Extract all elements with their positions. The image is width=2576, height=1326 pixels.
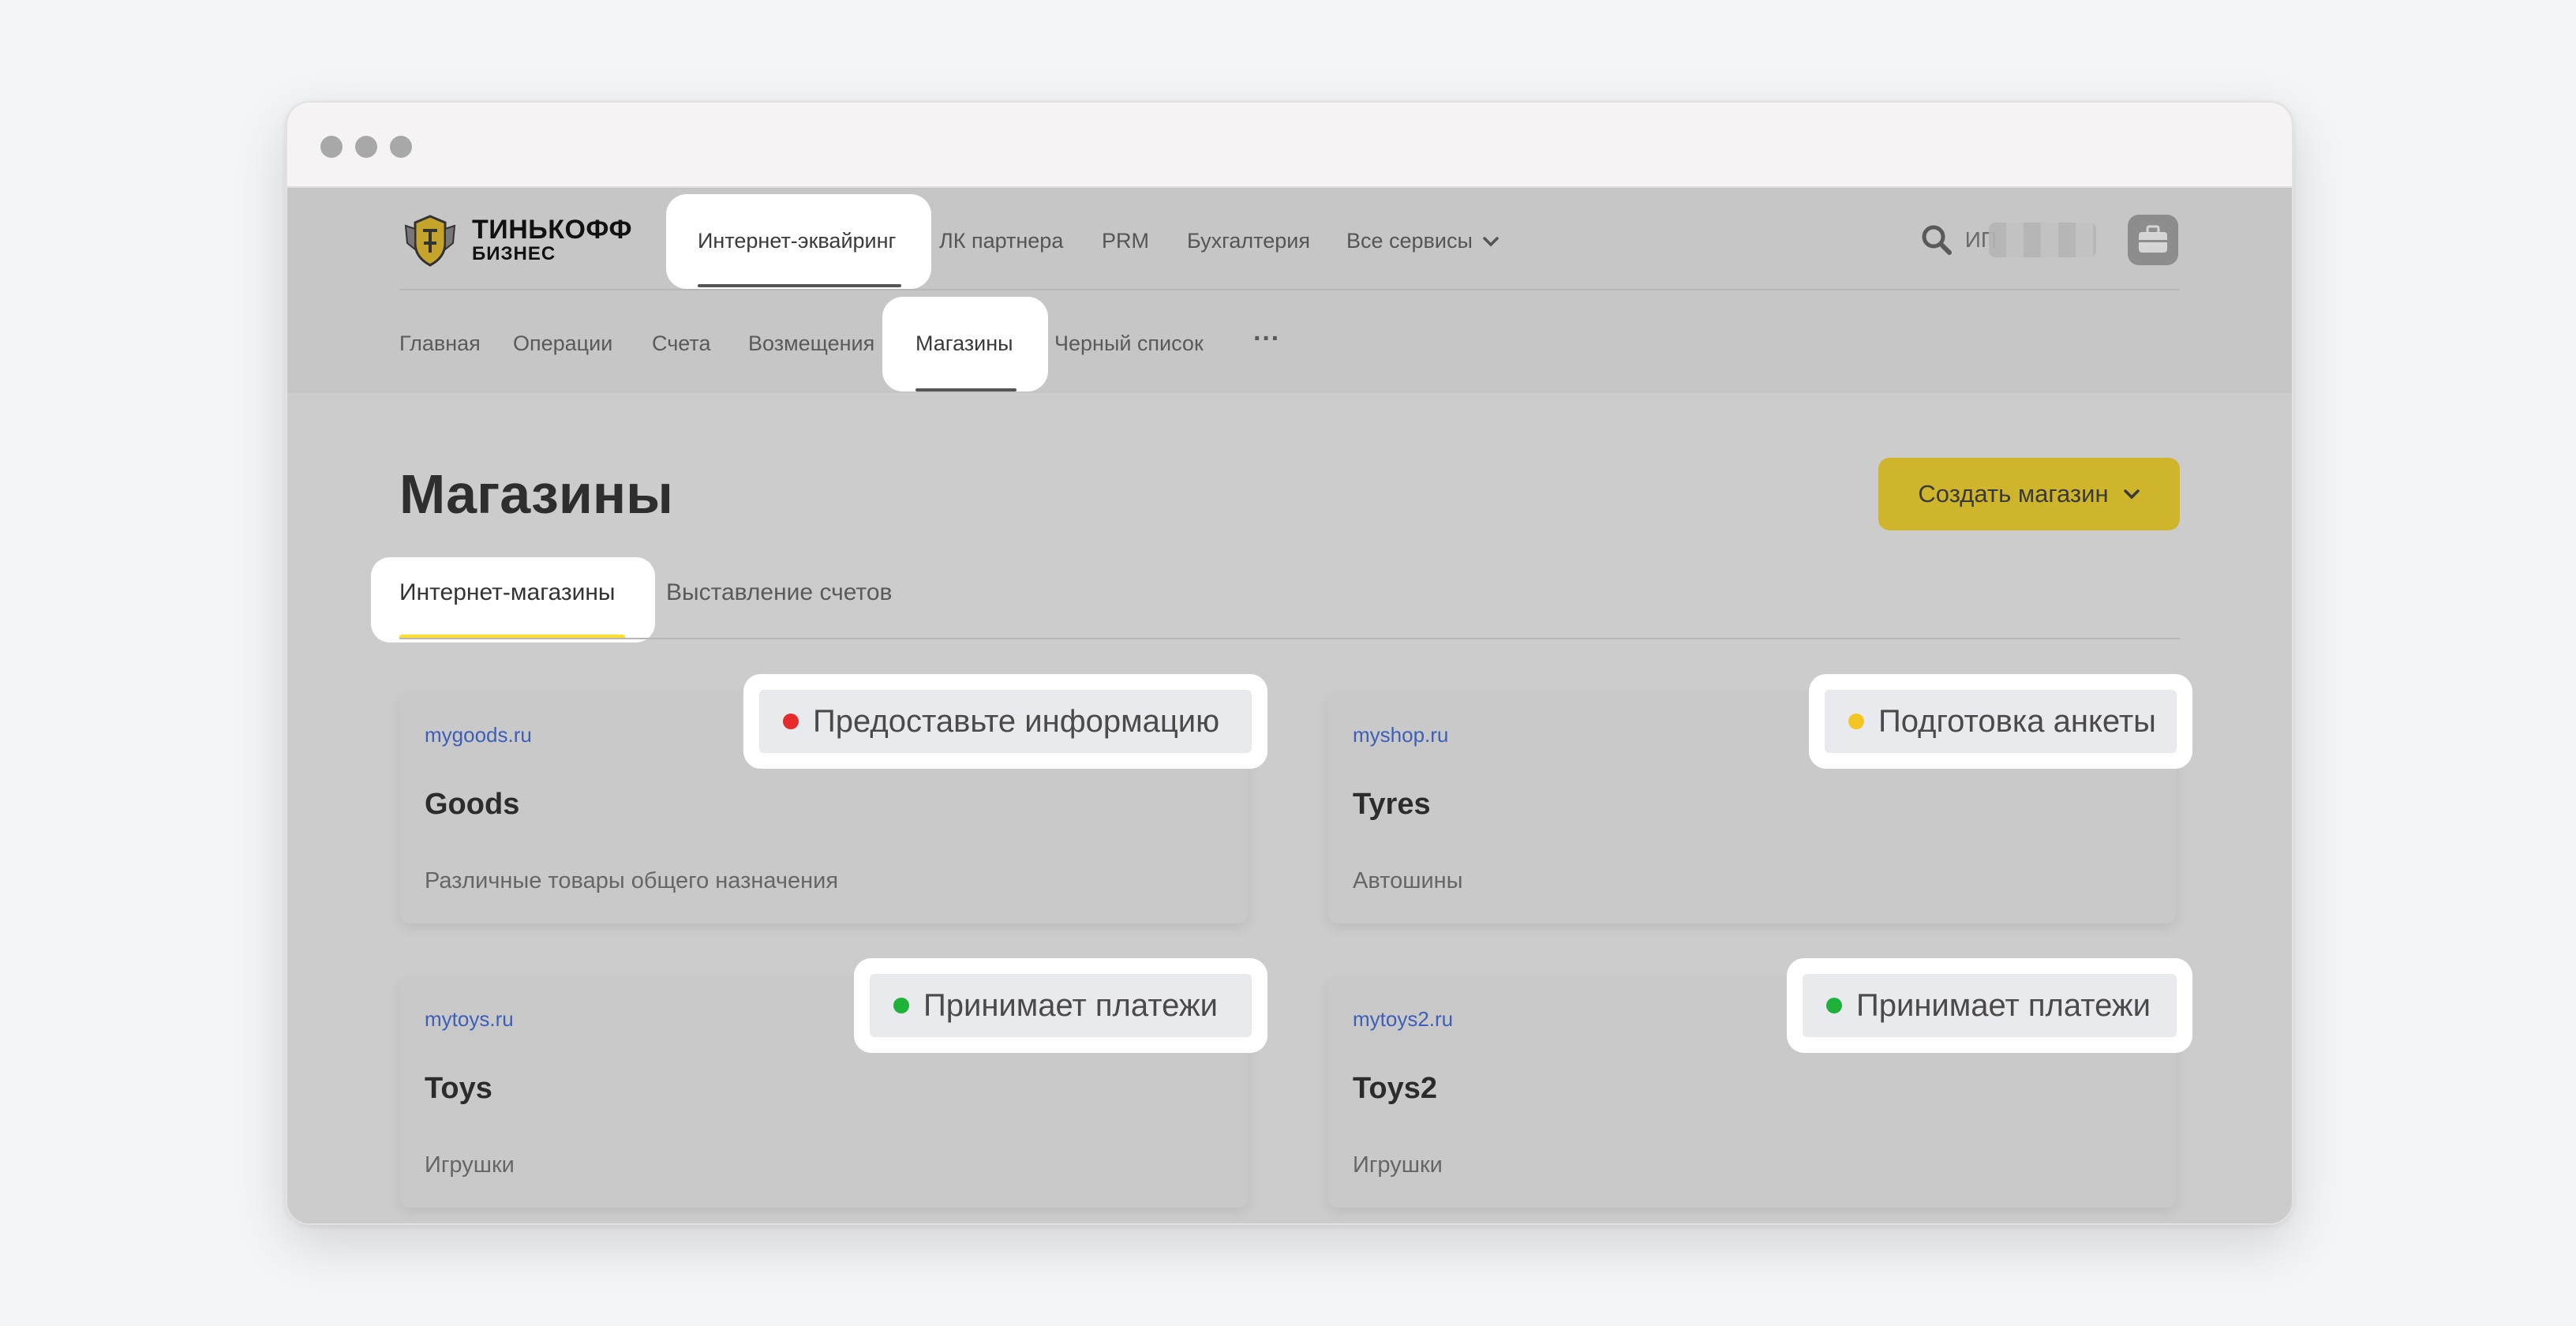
profile-avatar[interactable] (2128, 215, 2178, 265)
chevron-down-icon (2123, 489, 2140, 500)
status-badge: Подготовка анкеты (1809, 674, 2192, 769)
subnav-item-accounts[interactable]: Счета (652, 332, 710, 356)
create-shop-button[interactable]: Создать магазин (1878, 458, 2180, 530)
coat-of-arms-icon (404, 215, 456, 267)
search-icon[interactable] (1919, 223, 1954, 257)
topnav-item-internet-acquiring[interactable]: Интернет-эквайринг (698, 229, 896, 253)
briefcase-icon (2139, 225, 2167, 253)
brand-name: ТИНЬКОФФ (472, 215, 632, 245)
status-dot-icon (783, 714, 799, 729)
status-dot-icon (1848, 714, 1864, 729)
shop-description: Автошины (1353, 868, 1463, 893)
header: ТИНЬКОФФ БИЗНЕС Интернет-эквайринг ЛК па… (287, 188, 2292, 393)
window-maximize-dot[interactable] (390, 136, 412, 158)
status-text: Принимает платежи (923, 987, 1219, 1023)
status-badge: Принимает платежи (854, 958, 1267, 1053)
tab-invoicing[interactable]: Выставление счетов (666, 579, 892, 606)
topnav-item-accounting[interactable]: Бухгалтерия (1187, 229, 1310, 253)
shop-description: Игрушки (1353, 1152, 1443, 1178)
page-title: Магазины (399, 463, 673, 525)
subnav-active-underline (915, 388, 1017, 391)
blurred-user-name (1989, 223, 2096, 257)
chevron-down-icon (1483, 236, 1499, 246)
subnav-item-home[interactable]: Главная (399, 332, 481, 356)
status-badge-inner: Принимает платежи (870, 974, 1252, 1037)
brand-subtitle: БИЗНЕС (472, 243, 556, 264)
status-text: Предоставьте информацию (813, 703, 1220, 739)
status-text: Подготовка анкеты (1878, 703, 2156, 739)
create-shop-label: Создать магазин (1918, 480, 2109, 508)
shop-name: Toys (425, 1072, 492, 1105)
all-services-label: Все сервисы (1346, 229, 1473, 253)
topnav-active-underline (698, 284, 901, 287)
status-badge-inner: Принимает платежи (1803, 974, 2177, 1037)
shop-domain-link[interactable]: mytoys.ru (425, 1007, 514, 1032)
status-badge-inner: Подготовка анкеты (1825, 690, 2177, 753)
header-divider (399, 289, 2180, 290)
shop-domain-link[interactable]: mytoys2.ru (1353, 1007, 1453, 1032)
status-badge-inner: Предоставьте информацию (759, 690, 1252, 753)
status-dot-icon (893, 998, 909, 1013)
topnav-item-prm[interactable]: PRM (1102, 229, 1149, 253)
shop-description: Игрушки (425, 1152, 515, 1178)
app-content: ТИНЬКОФФ БИЗНЕС Интернет-эквайринг ЛК па… (287, 188, 2292, 1223)
window-titlebar (287, 103, 2292, 188)
tinkoff-business-logo[interactable]: ТИНЬКОФФ БИЗНЕС (399, 208, 652, 272)
tabs-divider (399, 638, 2180, 639)
status-text: Принимает платежи (1856, 987, 2151, 1023)
status-badge: Предоставьте информацию (743, 674, 1267, 769)
subnav-item-shops[interactable]: Магазины (915, 332, 1013, 356)
browser-window: ТИНЬКОФФ БИЗНЕС Интернет-эквайринг ЛК па… (286, 101, 2293, 1225)
subnav-item-refunds[interactable]: Возмещения (748, 332, 874, 356)
shop-description: Различные товары общего назначения (425, 868, 839, 893)
more-icon[interactable]: ··· (1253, 324, 1280, 354)
shop-name: Toys2 (1353, 1072, 1438, 1105)
topnav-item-all-services[interactable]: Все сервисы (1346, 229, 1500, 253)
topnav-item-partner[interactable]: ЛК партнера (939, 229, 1063, 253)
window-close-dot[interactable] (320, 136, 343, 158)
shop-domain-link[interactable]: mygoods.ru (425, 723, 532, 747)
subnav-item-operations[interactable]: Операции (513, 332, 612, 356)
tab-online-shops[interactable]: Интернет-магазины (399, 579, 615, 606)
shop-name: Tyres (1353, 788, 1431, 821)
shop-name: Goods (425, 788, 520, 821)
status-badge: Принимает платежи (1787, 958, 2192, 1053)
status-dot-icon (1826, 998, 1842, 1013)
window-minimize-dot[interactable] (355, 136, 377, 158)
subnav-item-blacklist[interactable]: Черный список (1054, 332, 1204, 356)
shop-domain-link[interactable]: myshop.ru (1353, 723, 1448, 747)
